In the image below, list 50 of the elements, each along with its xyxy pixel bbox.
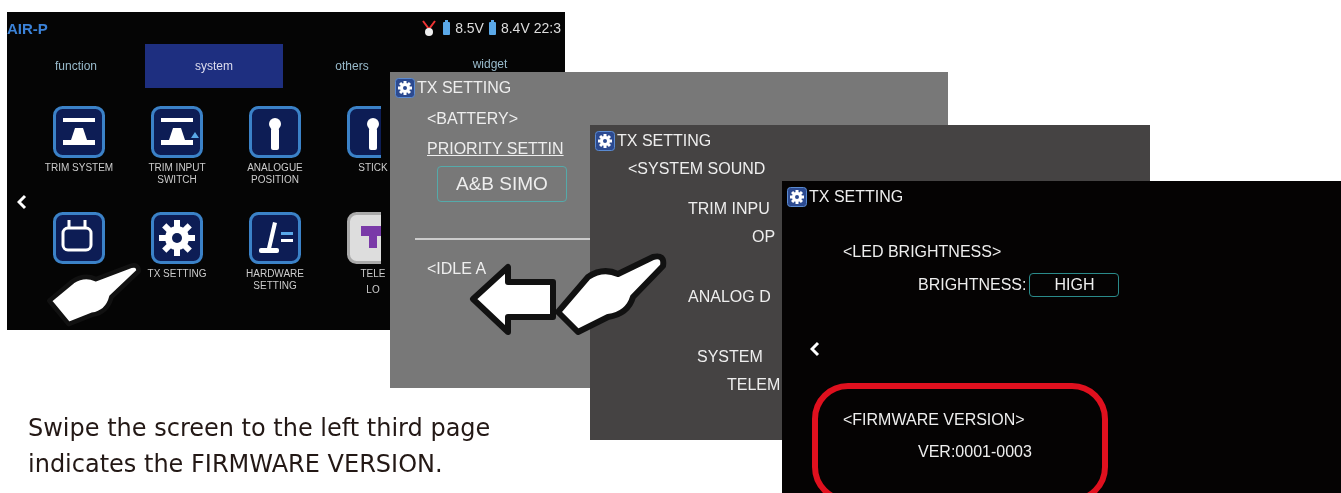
setting-text: <FIRMWARE VERSION> [843, 411, 1025, 428]
icon-label: TRIM INPUT SWITCH [147, 162, 207, 186]
setting-text: <BATTERY> [427, 110, 518, 127]
setting-text: TRIM INPU [688, 200, 770, 217]
clock-text: 22:3 [533, 20, 561, 36]
trim-switch-tile-icon[interactable] [151, 106, 203, 158]
trim-tile-icon[interactable] [53, 106, 105, 158]
icon-label: LO [366, 284, 380, 296]
antenna-icon [420, 19, 439, 37]
icon-label: TELE [360, 268, 386, 280]
setting-text: <LED BRIGHTNESS> [843, 243, 1002, 260]
setting-text: TELEM [727, 376, 781, 393]
menu-tab[interactable]: function [7, 44, 145, 88]
icon-label: ANALOGUE POSITION [246, 162, 304, 186]
caption-text: indicates the FIRMWARE VERSION. [28, 449, 444, 480]
voltage-reading: 8.4V [500, 20, 530, 36]
icon-label: HARDWARE SETTING [245, 268, 305, 292]
field-label: BRIGHTNESS: [918, 276, 1027, 294]
value-field[interactable]: A&B SIMO [437, 166, 567, 202]
setting-text: OP [752, 228, 776, 245]
setting-text: SYSTEM [697, 348, 763, 365]
setting-text: <SYSTEM SOUND [628, 160, 766, 177]
battery-icon [487, 20, 497, 36]
stick-tile-icon[interactable] [347, 106, 381, 158]
chevron-left-icon[interactable] [810, 341, 820, 357]
chevron-left-icon[interactable] [17, 194, 27, 210]
gear-tile-icon[interactable] [151, 212, 203, 264]
telemetry-tile-icon[interactable] [347, 212, 381, 264]
screen-title: TX SETTING [617, 132, 712, 150]
gear-icon [787, 187, 807, 207]
logo-text: AIR-P [7, 19, 48, 37]
stick-tile-icon[interactable] [249, 106, 301, 158]
setting-text: VER:0001-0003 [918, 443, 1032, 460]
setting-text: <IDLE A [427, 260, 487, 277]
menu-tab[interactable]: widget [421, 44, 559, 71]
setting-link[interactable]: PRIORITY SETTIN [427, 140, 564, 157]
icon-label: TRIM SYSTEM [44, 162, 114, 174]
icon-label: TX SETTING [147, 268, 207, 280]
screen-title: TX SETTING [809, 188, 904, 206]
battery-icon [442, 20, 452, 36]
voltage-reading: 8.5V [455, 20, 484, 36]
hardware-tile-icon[interactable] [249, 212, 301, 264]
menu-tab[interactable]: system [145, 44, 283, 88]
caption-text: Swipe the screen to the left third page [28, 413, 491, 444]
gear-icon [595, 131, 615, 151]
setting-text: ANALOG D [688, 288, 771, 305]
value-field[interactable]: HIGH [1029, 273, 1120, 297]
radio-tile-icon[interactable] [53, 212, 105, 264]
icon-label: STICK [358, 162, 388, 174]
gear-icon [395, 78, 415, 98]
